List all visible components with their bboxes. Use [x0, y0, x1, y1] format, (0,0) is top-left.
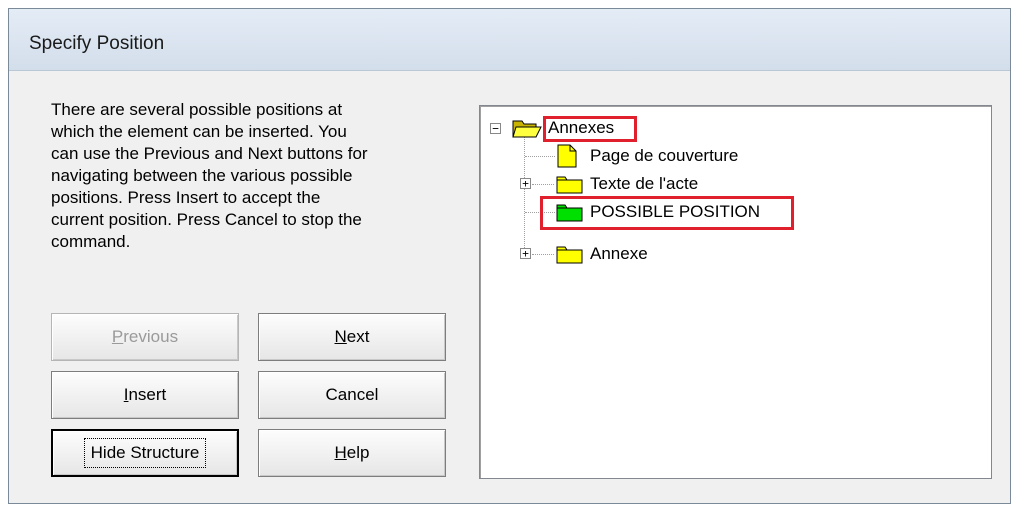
cancel-button[interactable]: Cancel	[258, 371, 446, 419]
folder-icon	[556, 176, 583, 194]
collapse-icon[interactable]: −	[490, 123, 501, 134]
insert-button-label: Insert	[123, 385, 167, 404]
dialog-title: Specify Position	[29, 33, 165, 54]
hide-structure-button-label: Hide Structure	[83, 438, 207, 468]
next-button[interactable]: Next	[258, 313, 446, 361]
specify-position-dialog: Specify Position There are several possi…	[8, 8, 1011, 504]
root-highlight-box	[543, 116, 637, 142]
next-button-label: Next	[334, 327, 370, 346]
instructions-text: There are several possible positions at …	[51, 100, 368, 251]
tree-item-label: Texte de l'acte	[590, 174, 699, 193]
tree-item-label: Page de couverture	[590, 146, 739, 165]
expand-icon[interactable]: +	[520, 178, 531, 189]
tree-connector	[532, 254, 554, 255]
tree-connector	[532, 184, 554, 185]
document-icon	[557, 144, 577, 168]
tree-connector	[524, 136, 525, 254]
structure-tree[interactable]: − Annexes Page de couverture + Texte de …	[479, 105, 992, 479]
insert-button[interactable]: Insert	[51, 371, 239, 419]
help-button[interactable]: Help	[258, 429, 446, 477]
folder-icon	[556, 246, 583, 264]
tree-item-label: Annexe	[590, 244, 648, 263]
previous-button[interactable]: Previous	[51, 313, 239, 361]
hide-structure-button[interactable]: Hide Structure	[51, 429, 239, 477]
expand-icon[interactable]: +	[520, 248, 531, 259]
help-button-label: Help	[334, 443, 370, 462]
previous-button-label: Previous	[111, 327, 179, 346]
cancel-button-label: Cancel	[325, 385, 379, 404]
possible-position-highlight-box	[540, 196, 794, 230]
open-folder-icon	[512, 120, 542, 138]
tree-connector	[525, 156, 555, 157]
title-bar: Specify Position	[9, 9, 1010, 71]
